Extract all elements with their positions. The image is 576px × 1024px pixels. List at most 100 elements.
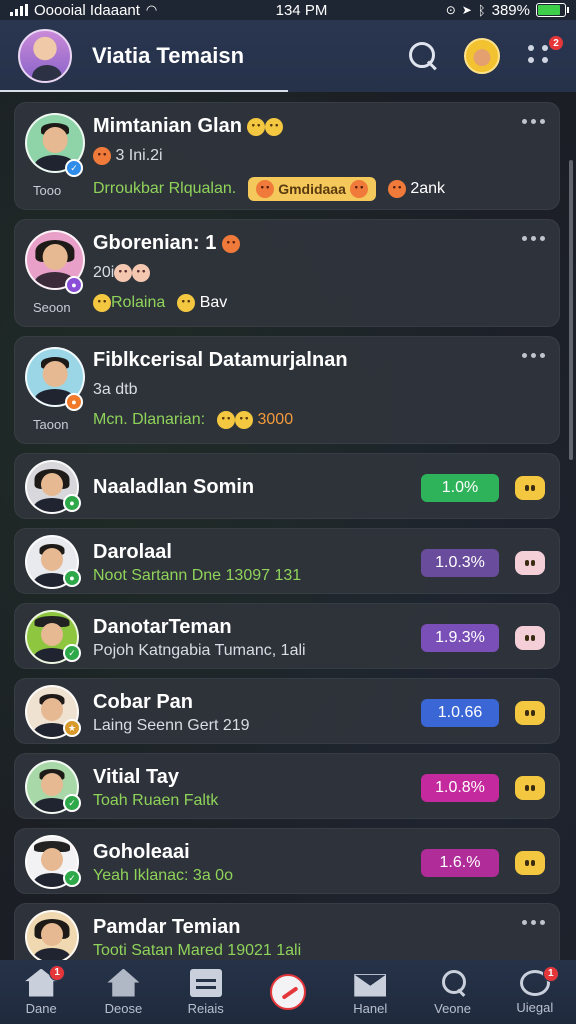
list-item[interactable]: ● Taoon Fiblkcerisal Datamurjalnan 3a dt… [14,336,560,444]
contact-name: Gborenian: 1 [93,232,240,255]
tag-row: Drroukbar Rlqualan. Gmdidaaa 2ank [93,177,445,201]
star-icon: ★ [63,719,81,737]
nav-label: Dane [25,1000,57,1016]
list-item[interactable]: ✓ DanotarTeman Pojoh Katngabia Tumanc, 1… [14,603,560,669]
tag-chip[interactable]: Gmdidaaa [248,177,376,201]
extra-tag: 2ank [387,179,445,198]
battery-icon [536,3,569,17]
tab-indicator [0,90,288,92]
percent-pill[interactable]: 1.0.8% [421,774,499,802]
reaction-icon[interactable] [515,476,545,500]
extra-tag: Bav [177,294,227,312]
archive-icon [189,968,222,997]
contact-subtitle: Noot Sartann Dne 13097 131 [93,567,302,584]
check-icon: ✓ [63,794,81,812]
check-icon: ✓ [63,644,81,662]
emoji-icon [387,179,406,198]
list-item[interactable]: ● Naaladlan Somin 1.0% [14,453,560,519]
flame-icon: ● [65,393,83,411]
search-icon[interactable] [406,39,440,73]
avatar [25,910,79,964]
status-bar: Ooooial Idaaant ◠ 134 PM ⊙ ➤ ᛒ 389% [0,0,576,20]
emoji-icon [247,117,266,136]
contact-name: Fiblkcerisal Datamurjalnan [93,349,348,371]
percent-pill[interactable]: 1.6.% [421,849,499,877]
list-item[interactable]: ● Seoon Gborenian: 1 20i Rolaina Bav [14,219,560,327]
nav-label: Deose [104,1000,143,1016]
contact-subtitle: Laing Seenn Gert 219 [93,717,250,734]
profile-icon[interactable] [464,38,500,74]
phone-icon: ● [63,569,81,587]
contact-name: Darolaal [93,541,172,563]
lock-rotation-icon: ⊙ [445,3,456,17]
search-icon [437,969,469,997]
nav-item-chat[interactable]: 1 Uiegal [499,965,571,1015]
reaction-icon[interactable] [515,551,545,575]
contact-subtitle: Tooti Satan Mared 19021 1ali [93,942,302,959]
emoji-icon [235,411,254,429]
more-options-icon[interactable] [522,119,545,124]
status-time: 134 PM [275,1,328,19]
reaction-icon[interactable] [515,626,545,650]
percent-pill[interactable]: 1.0.3% [421,549,499,577]
house-icon [107,968,140,997]
reaction-icon[interactable] [515,776,545,800]
list-item[interactable]: ● Darolaal Noot Sartann Dne 13097 131 1.… [14,528,560,594]
menu-badge: 2 [548,35,564,51]
nav-item-create[interactable] [252,974,324,1010]
percent-pill[interactable]: 1.0% [421,474,499,502]
contact-subtitle: 3 Ini.2i [93,147,163,165]
time-ago: Tooo [33,183,62,198]
nav-item-search[interactable]: Veone [417,969,489,1016]
nav-item-home[interactable]: 1 Dane [5,964,77,1016]
more-options-icon[interactable] [522,353,545,358]
contact-subtitle: 3a dtb [93,381,138,398]
list-item[interactable]: ✓ Goholeaai Yeah Iklanac: 3a 0o 1.6.% [14,828,560,894]
verified-icon: ✓ [65,159,83,177]
emoji-icon [132,264,151,282]
list-item[interactable]: ✓ Vitial Tay Toah Ruaen Faltk 1.0.8% [14,753,560,819]
nav-label: Hanel [353,1000,388,1016]
scrollbar[interactable] [569,160,573,460]
nav-badge: 1 [542,965,559,982]
user-avatar[interactable] [18,29,72,83]
reaction-icon[interactable] [515,851,545,875]
grid-dots-icon [528,45,550,63]
signal-icon [10,4,28,16]
time-ago: Seoon [33,300,71,315]
nav-label: Uiegal [516,999,554,1015]
more-options-icon[interactable] [522,920,545,925]
nav-label: Reiais [187,1000,224,1016]
check-icon: ✓ [63,869,81,887]
nav-item-reiais[interactable]: Reiais [170,968,242,1016]
wifi-icon: ◠ [145,2,158,17]
list-item[interactable]: ✓ Tooo Mimtanian Glan 3 Ini.2i Drroukbar… [14,102,560,210]
nav-item-hanel[interactable]: Hanel [334,969,406,1016]
mail-icon [354,974,387,997]
nav-item-deose[interactable]: Deose [87,968,159,1016]
reaction-icon[interactable] [515,701,545,725]
status-tag: Drroukbar Rlqualan. [93,180,237,197]
bluetooth-icon: ᛒ [477,2,486,18]
contact-subtitle: Pojoh Katngabia Tumanc, 1ali [93,642,306,659]
emoji-icon [93,294,111,312]
emoji-icon [265,117,284,136]
contact-subtitle: 20i [93,264,151,282]
contact-subtitle: Toah Ruaen Faltk [93,792,219,809]
status-tag: Rolaina [93,294,165,312]
page-title: Viatia Temaisn [92,43,245,68]
emoji-icon [349,180,368,198]
contact-name: Naaladlan Somin [93,476,255,498]
emoji-icon [256,180,275,198]
emoji-icon [221,234,240,253]
battery-percent: 389% [491,1,530,19]
more-options-icon[interactable] [522,236,545,241]
percent-pill[interactable]: 1.0.66 [421,699,499,727]
menu-button[interactable]: 2 [524,35,564,73]
time-ago: Taoon [33,417,69,432]
location-icon: ➤ [461,3,472,17]
nav-badge: 1 [49,964,66,981]
list-item[interactable]: ★ Cobar Pan Laing Seenn Gert 219 1.0.66 [14,678,560,744]
percent-pill[interactable]: 1.9.3% [421,624,499,652]
chat-icon: ● [63,494,81,512]
